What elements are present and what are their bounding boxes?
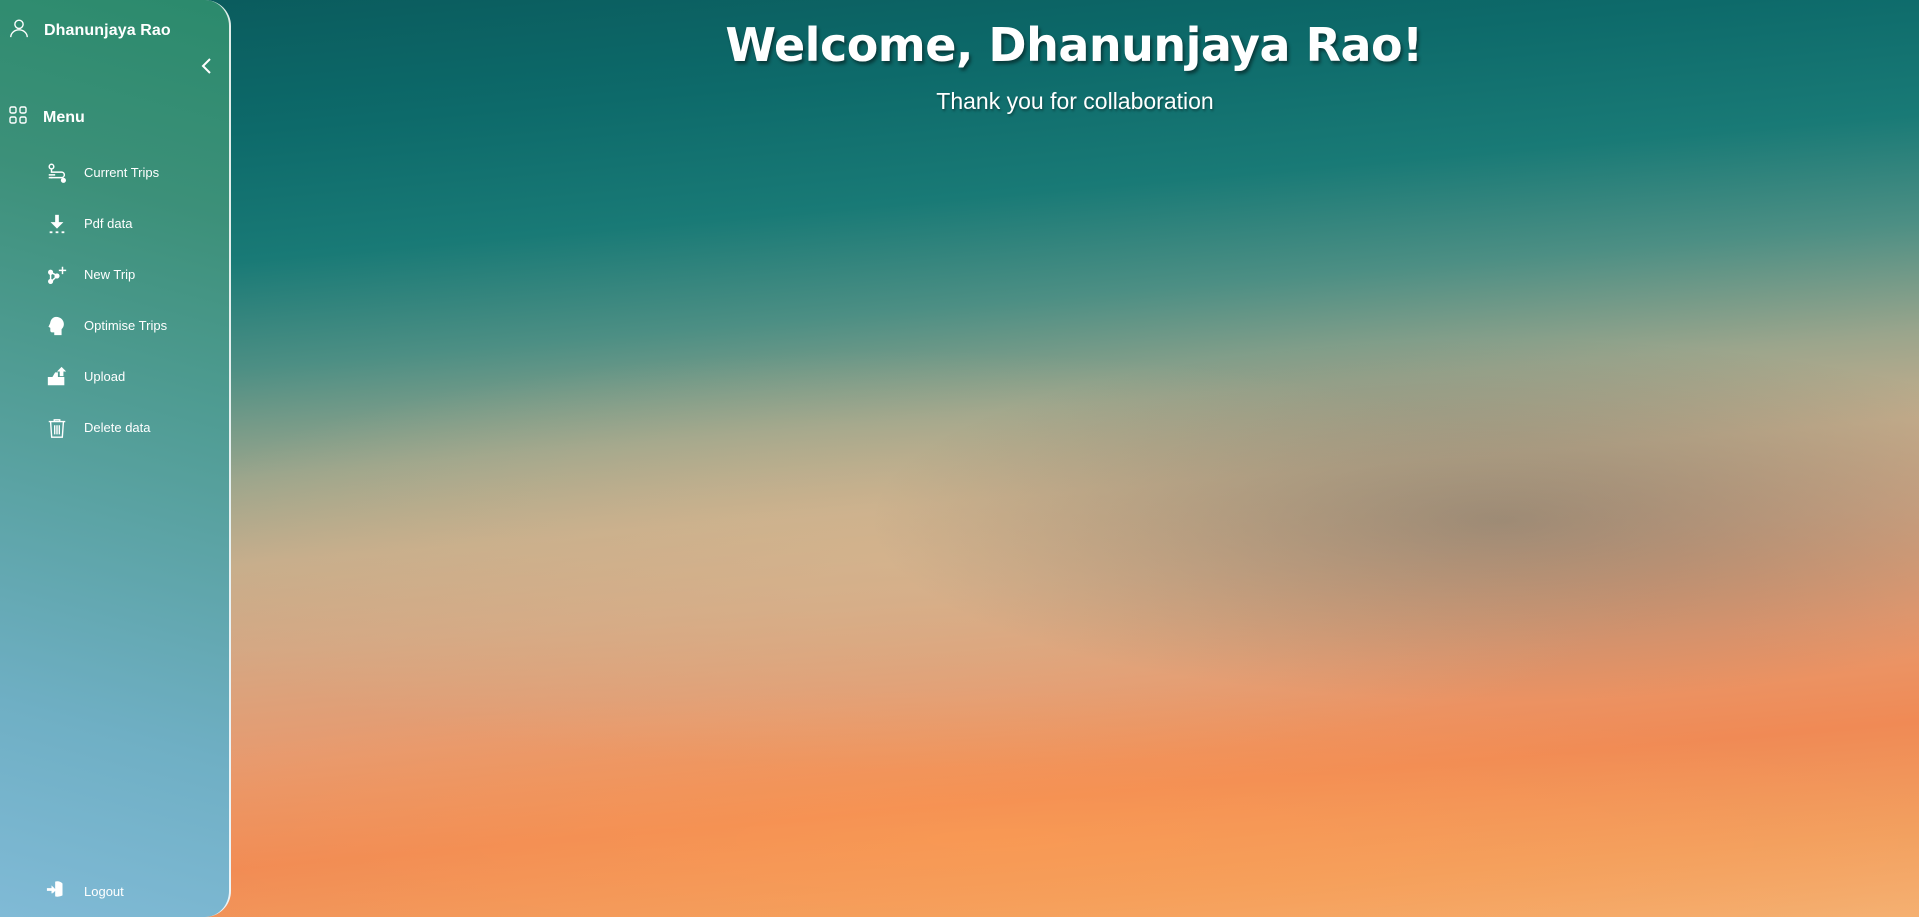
user-profile[interactable]: Dhanunjaya Rao — [8, 17, 171, 44]
logout-icon — [46, 878, 68, 905]
user-icon — [8, 17, 30, 44]
trash-icon — [46, 417, 68, 439]
welcome-section: Welcome, Dhanunjaya Rao! Thank you for c… — [231, 18, 1919, 115]
user-name: Dhanunjaya Rao — [44, 21, 171, 39]
page-subtitle: Thank you for collaboration — [936, 88, 1214, 114]
sidebar-item-new-trip[interactable]: New Trip — [46, 249, 216, 300]
sidebar-nav: Current Trips Pdf data New Trip Optimise… — [46, 147, 216, 453]
grid-icon — [9, 106, 27, 129]
page-title: Welcome, Dhanunjaya Rao! — [725, 18, 1423, 72]
new-trip-icon — [46, 264, 68, 286]
menu-title: Menu — [43, 108, 85, 126]
logout-label: Logout — [84, 884, 124, 899]
sidebar-item-label: New Trip — [84, 267, 136, 282]
menu-header: Menu — [9, 106, 85, 129]
sidebar-item-label: Pdf data — [84, 216, 133, 231]
chevron-left-icon — [201, 58, 211, 74]
sidebar: Dhanunjaya Rao Menu Current Trips Pdf da… — [0, 0, 231, 917]
upload-icon — [46, 366, 68, 388]
sidebar-item-upload[interactable]: Upload — [46, 351, 216, 402]
sidebar-item-label: Upload — [84, 369, 126, 384]
sidebar-item-current-trips[interactable]: Current Trips — [46, 147, 216, 198]
sidebar-item-optimise-trips[interactable]: Optimise Trips — [46, 300, 216, 351]
sidebar-item-pdf-data[interactable]: Pdf data — [46, 198, 216, 249]
logout-button[interactable]: Logout — [46, 878, 124, 905]
head-icon — [46, 315, 68, 337]
download-icon — [46, 213, 68, 235]
collapse-sidebar-button[interactable] — [198, 55, 216, 77]
sidebar-item-label: Current Trips — [84, 165, 160, 180]
sidebar-item-label: Optimise Trips — [84, 318, 168, 333]
trips-icon — [46, 162, 68, 184]
sidebar-item-label: Delete data — [84, 420, 151, 435]
sidebar-item-delete-data[interactable]: Delete data — [46, 402, 216, 453]
